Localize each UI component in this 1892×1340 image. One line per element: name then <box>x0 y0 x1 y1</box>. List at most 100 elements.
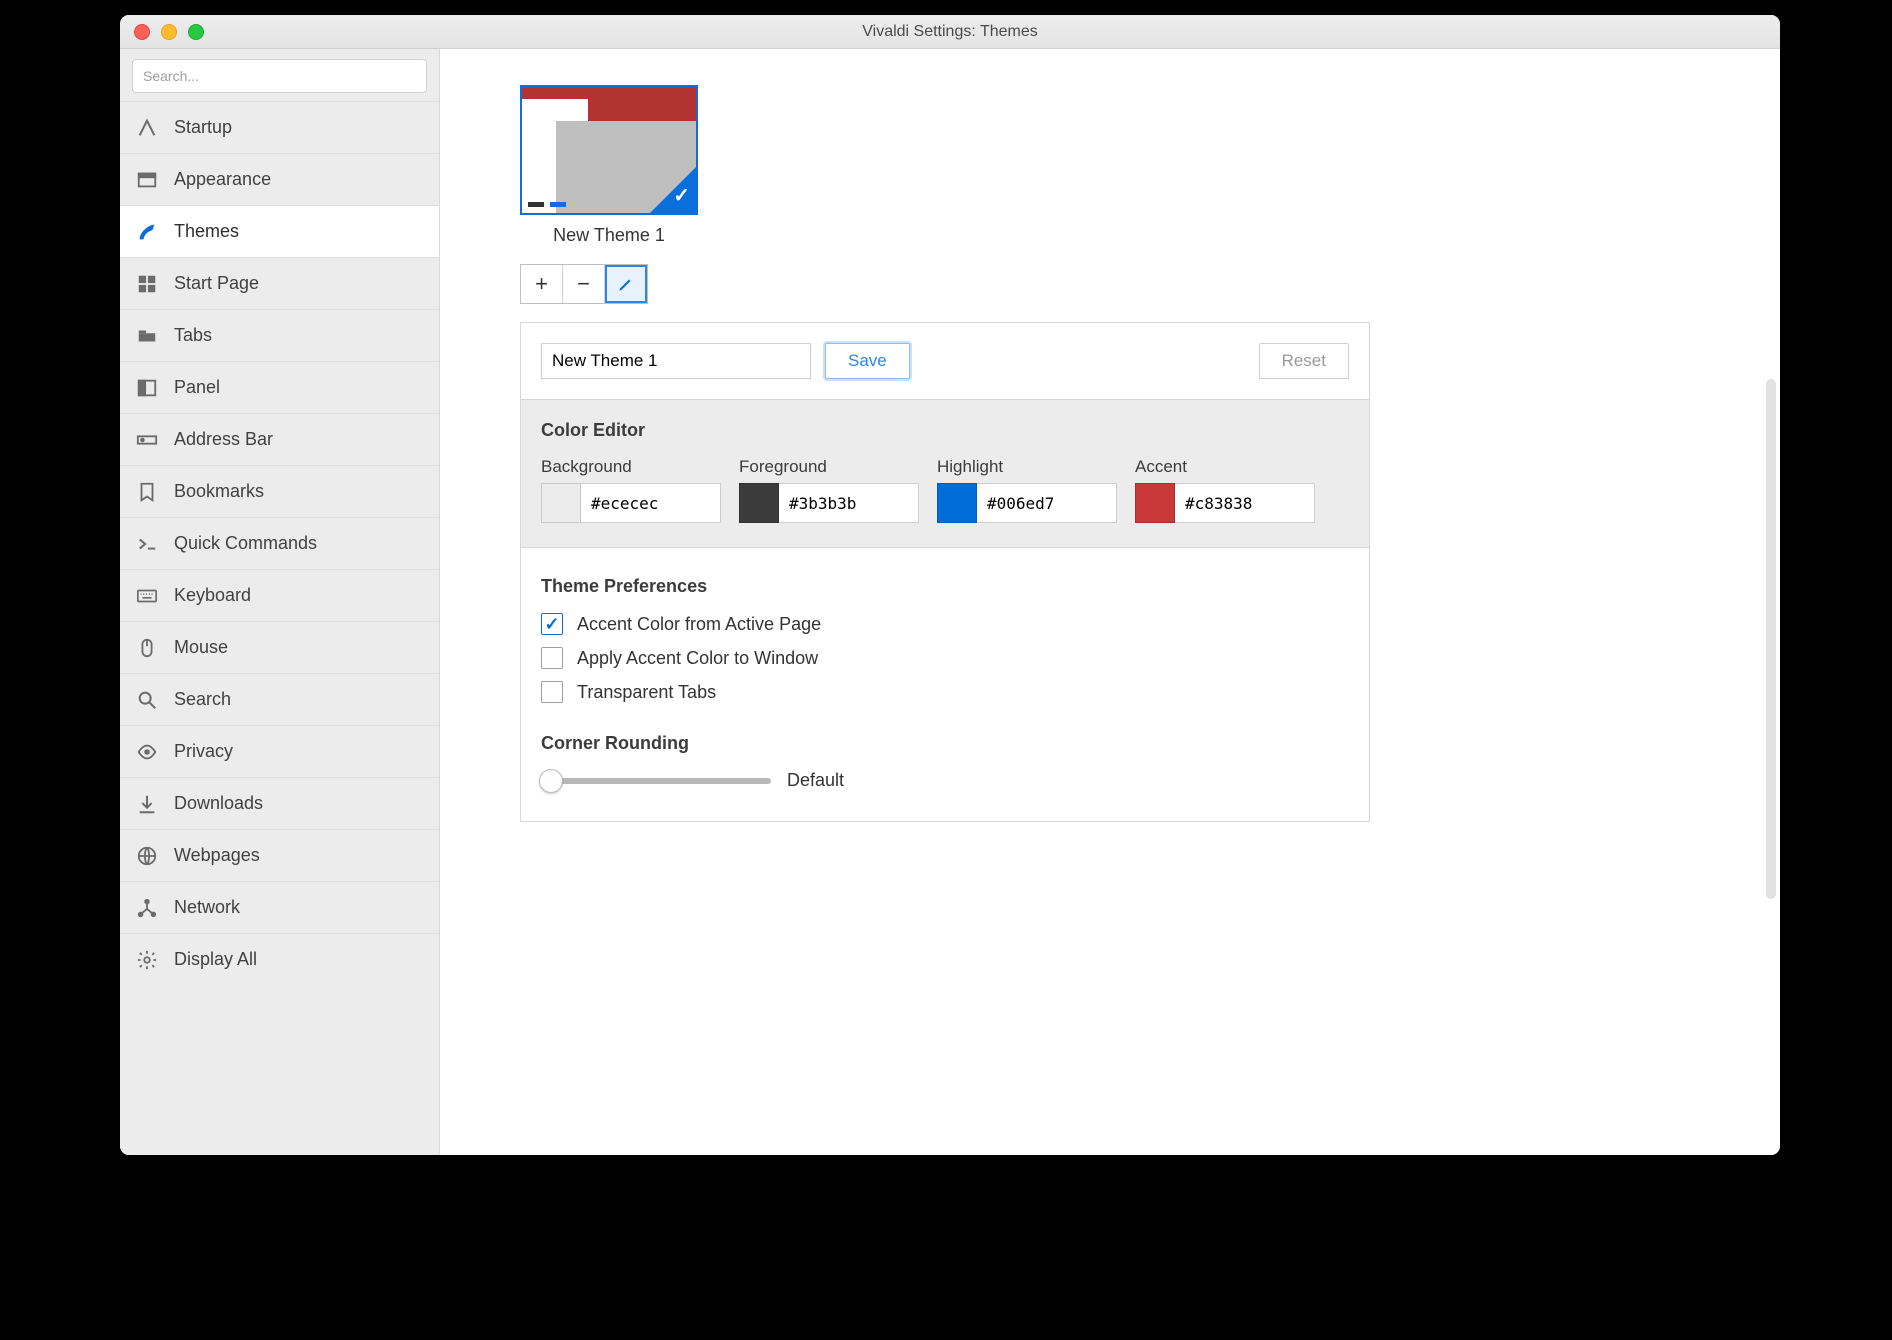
checkbox-label: Transparent Tabs <box>577 682 716 703</box>
checkmark-icon: ✓ <box>673 183 690 208</box>
sidebar-item-label: Network <box>174 897 240 918</box>
gear-icon <box>134 947 160 973</box>
downloads-icon <box>134 791 160 817</box>
sidebar-item-label: Appearance <box>174 169 271 190</box>
checkbox-label: Accent Color from Active Page <box>577 614 821 635</box>
color-swatch-foreground[interactable] <box>739 483 779 523</box>
settings-window: Vivaldi Settings: Themes Startup Appea <box>120 15 1780 1155</box>
theme-preferences-heading: Theme Preferences <box>541 576 1349 597</box>
color-field-highlight: Highlight <box>937 457 1117 523</box>
theme-name-row: Save Reset <box>521 323 1369 399</box>
color-swatch-accent[interactable] <box>1135 483 1175 523</box>
color-input-highlight[interactable] <box>977 483 1117 523</box>
sidebar-item-start-page[interactable]: Start Page <box>120 257 439 309</box>
color-label: Highlight <box>937 457 1117 477</box>
color-swatch-highlight[interactable] <box>937 483 977 523</box>
sidebar-item-label: Tabs <box>174 325 212 346</box>
minimize-window-button[interactable] <box>161 24 177 40</box>
quick-commands-icon <box>134 531 160 557</box>
search-icon <box>134 687 160 713</box>
color-input-foreground[interactable] <box>779 483 919 523</box>
checkbox-accent-from-page[interactable]: ✓ Accent Color from Active Page <box>541 613 1349 635</box>
window-controls <box>134 24 204 40</box>
theme-thumbnail-card: ✓ New Theme 1 <box>520 85 698 246</box>
sidebar-item-label: Search <box>174 689 231 710</box>
sidebar-item-label: Startup <box>174 117 232 138</box>
window-title: Vivaldi Settings: Themes <box>120 23 1780 41</box>
panel-icon <box>134 375 160 401</box>
color-field-accent: Accent <box>1135 457 1315 523</box>
plus-icon: + <box>535 271 548 297</box>
sidebar-item-webpages[interactable]: Webpages <box>120 829 439 881</box>
sidebar-item-themes[interactable]: Themes <box>120 205 439 257</box>
sidebar-item-label: Address Bar <box>174 429 273 450</box>
remove-theme-button[interactable]: − <box>563 265 605 303</box>
edit-theme-button[interactable] <box>605 265 647 303</box>
sidebar-item-mouse[interactable]: Mouse <box>120 621 439 673</box>
theme-thumbnail-label: New Theme 1 <box>553 225 665 246</box>
theme-toolbar: + − <box>520 264 648 304</box>
corner-rounding-value: Default <box>787 770 844 791</box>
slider-knob[interactable] <box>539 769 563 793</box>
color-swatch-background[interactable] <box>541 483 581 523</box>
sidebar-item-startup[interactable]: Startup <box>120 101 439 153</box>
color-label: Background <box>541 457 721 477</box>
sidebar-item-keyboard[interactable]: Keyboard <box>120 569 439 621</box>
sidebar-item-bookmarks[interactable]: Bookmarks <box>120 465 439 517</box>
color-input-background[interactable] <box>581 483 721 523</box>
color-field-foreground: Foreground <box>739 457 919 523</box>
color-field-background: Background <box>541 457 721 523</box>
checkbox-icon <box>541 647 563 669</box>
checkbox-icon <box>541 681 563 703</box>
keyboard-icon <box>134 583 160 609</box>
bookmarks-icon <box>134 479 160 505</box>
mouse-icon <box>134 635 160 661</box>
checkbox-transparent-tabs[interactable]: Transparent Tabs <box>541 681 1349 703</box>
sidebar-item-address-bar[interactable]: Address Bar <box>120 413 439 465</box>
color-input-accent[interactable] <box>1175 483 1315 523</box>
theme-editor-panel: Save Reset Color Editor Background <box>520 322 1370 822</box>
theme-name-input[interactable] <box>541 343 811 379</box>
color-label: Foreground <box>739 457 919 477</box>
reset-button[interactable]: Reset <box>1259 343 1349 379</box>
sidebar-item-label: Privacy <box>174 741 233 762</box>
sidebar-item-label: Mouse <box>174 637 228 658</box>
minus-icon: − <box>577 271 590 297</box>
checkbox-accent-to-window[interactable]: Apply Accent Color to Window <box>541 647 1349 669</box>
add-theme-button[interactable]: + <box>521 265 563 303</box>
search-input[interactable] <box>132 59 427 93</box>
zoom-window-button[interactable] <box>188 24 204 40</box>
settings-nav: Startup Appearance Themes <box>120 101 439 985</box>
sidebar-item-downloads[interactable]: Downloads <box>120 777 439 829</box>
color-label: Accent <box>1135 457 1315 477</box>
checkbox-icon: ✓ <box>541 613 563 635</box>
start-page-icon <box>134 271 160 297</box>
sidebar-item-display-all[interactable]: Display All <box>120 933 439 985</box>
sidebar-item-privacy[interactable]: Privacy <box>120 725 439 777</box>
close-window-button[interactable] <box>134 24 150 40</box>
theme-thumbnail[interactable]: ✓ <box>520 85 698 215</box>
sidebar-item-label: Start Page <box>174 273 259 294</box>
sidebar-item-label: Keyboard <box>174 585 251 606</box>
corner-rounding-heading: Corner Rounding <box>541 733 1349 754</box>
corner-rounding-slider[interactable] <box>541 778 771 784</box>
sidebar-item-appearance[interactable]: Appearance <box>120 153 439 205</box>
startup-icon <box>134 115 160 141</box>
color-editor-heading: Color Editor <box>541 420 1349 441</box>
sidebar-item-search[interactable]: Search <box>120 673 439 725</box>
sidebar-item-panel[interactable]: Panel <box>120 361 439 413</box>
corner-rounding-section: Corner Rounding Default <box>541 733 1349 791</box>
save-button[interactable]: Save <box>825 343 910 379</box>
sidebar-item-tabs[interactable]: Tabs <box>120 309 439 361</box>
address-bar-icon <box>134 427 160 453</box>
sidebar-item-label: Display All <box>174 949 257 970</box>
sidebar-item-network[interactable]: Network <box>120 881 439 933</box>
webpages-icon <box>134 843 160 869</box>
tabs-icon <box>134 323 160 349</box>
content-scrollbar[interactable] <box>1766 379 1776 899</box>
window-body: Startup Appearance Themes <box>120 49 1780 1155</box>
sidebar-item-label: Webpages <box>174 845 260 866</box>
privacy-icon <box>134 739 160 765</box>
sidebar-item-label: Downloads <box>174 793 263 814</box>
sidebar-item-quick-commands[interactable]: Quick Commands <box>120 517 439 569</box>
